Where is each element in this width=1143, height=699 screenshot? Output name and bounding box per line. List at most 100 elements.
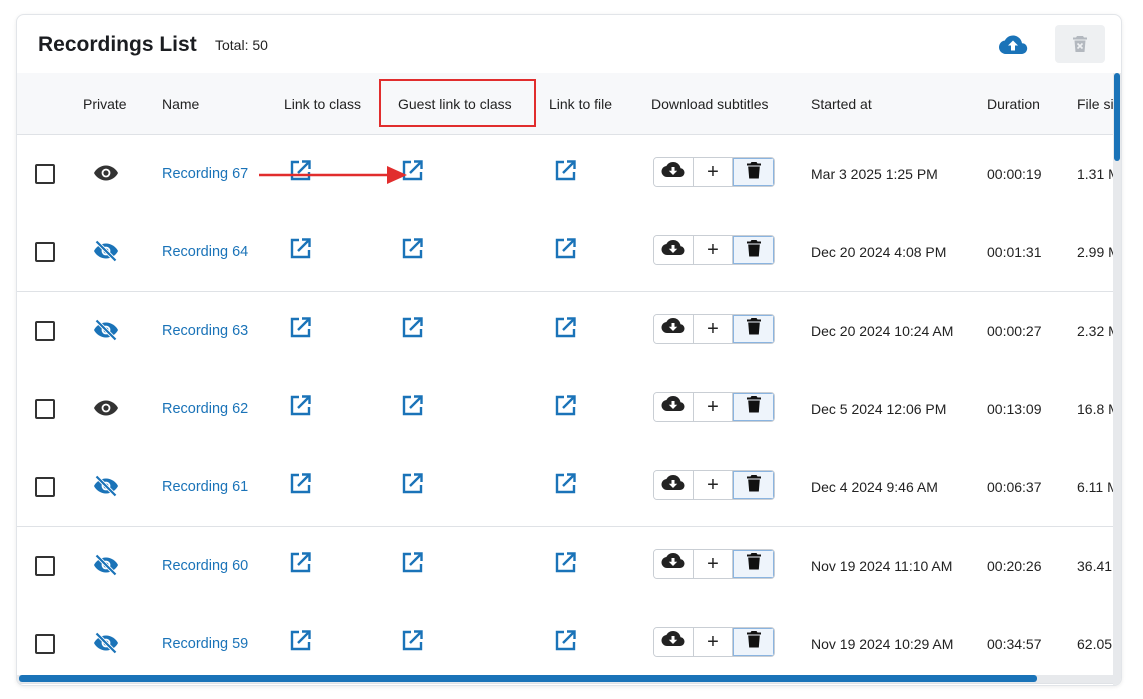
link-to-file-icon[interactable]	[552, 550, 578, 576]
delete-all-button[interactable]	[1055, 25, 1105, 63]
plus-icon: +	[707, 317, 719, 340]
row-checkbox[interactable]	[35, 633, 55, 654]
total-count: Total: 50	[215, 37, 268, 53]
row-checkbox[interactable]	[35, 242, 55, 263]
link-to-class-icon[interactable]	[287, 628, 313, 654]
column-link-to-class[interactable]: Link to class	[284, 96, 361, 112]
eye-icon[interactable]	[93, 395, 119, 421]
column-download-subtitles[interactable]: Download subtitles	[651, 96, 769, 112]
delete-subtitles-button[interactable]	[733, 236, 774, 265]
delete-subtitles-button[interactable]	[733, 627, 774, 656]
column-private[interactable]: Private	[83, 96, 127, 112]
guest-link-to-class-icon[interactable]	[399, 158, 425, 184]
delete-subtitles-button[interactable]	[733, 314, 774, 343]
row-checkbox[interactable]	[35, 398, 55, 419]
recordings-panel: Recordings List Total: 50 Private Name L…	[16, 14, 1122, 686]
link-to-class-icon[interactable]	[287, 315, 313, 341]
column-name[interactable]: Name	[162, 96, 199, 112]
recording-name-link[interactable]: Recording 62	[162, 401, 248, 417]
eye-off-icon[interactable]	[93, 552, 119, 578]
link-to-file-icon[interactable]	[552, 628, 578, 654]
link-to-class-icon[interactable]	[287, 471, 313, 497]
delete-box-icon	[1073, 36, 1087, 52]
download-subtitles-button[interactable]	[654, 236, 693, 265]
guest-link-to-class-icon[interactable]	[399, 471, 425, 497]
recording-name-link[interactable]: Recording 60	[162, 558, 248, 574]
eye-off-icon[interactable]	[93, 238, 119, 264]
add-subtitles-button[interactable]: +	[692, 392, 734, 421]
delete-subtitles-button[interactable]	[733, 158, 774, 186]
trash-icon	[746, 395, 761, 418]
column-guest-link-to-class[interactable]: Guest link to class	[398, 96, 512, 112]
delete-subtitles-button[interactable]	[733, 392, 774, 421]
eye-off-icon[interactable]	[93, 473, 119, 499]
duration-value: 00:00:27	[987, 322, 1042, 339]
link-to-file-icon[interactable]	[552, 315, 578, 341]
delete-subtitles-button[interactable]	[733, 471, 774, 500]
row-checkbox[interactable]	[35, 320, 55, 341]
guest-link-to-class-icon[interactable]	[399, 236, 425, 262]
vertical-scrollbar-thumb[interactable]	[1114, 73, 1120, 161]
recording-name-link[interactable]: Recording 67	[162, 166, 248, 182]
add-subtitles-button[interactable]: +	[692, 549, 734, 578]
add-subtitles-button[interactable]: +	[692, 627, 734, 656]
add-subtitles-button[interactable]: +	[692, 471, 734, 500]
delete-subtitles-button[interactable]	[733, 549, 774, 578]
duration-value: 00:20:26	[987, 557, 1042, 574]
column-file-size[interactable]: File si	[1077, 96, 1114, 112]
table-row: Recording 67 + Mar 3 2025 1:25 PM 00:00:19 1…	[17, 135, 1120, 214]
eye-off-icon[interactable]	[93, 317, 119, 343]
upload-button[interactable]	[995, 29, 1031, 61]
download-subtitles-button[interactable]	[654, 158, 693, 186]
vertical-scrollbar-track[interactable]	[1113, 73, 1121, 685]
recording-name-link[interactable]: Recording 64	[162, 244, 248, 260]
row-checkbox[interactable]	[35, 164, 55, 184]
link-to-class-icon[interactable]	[287, 236, 313, 262]
recording-name-link[interactable]: Recording 59	[162, 636, 248, 652]
download-subtitles-button[interactable]	[654, 549, 693, 578]
eye-off-icon[interactable]	[93, 630, 119, 656]
recording-name-link[interactable]: Recording 63	[162, 323, 248, 339]
link-to-file-icon[interactable]	[552, 158, 578, 184]
download-subtitles-button[interactable]	[654, 314, 693, 343]
column-started-at[interactable]: Started at	[811, 96, 872, 112]
link-to-class-icon[interactable]	[287, 393, 313, 419]
duration-value: 00:06:37	[987, 479, 1042, 496]
plus-icon: +	[707, 239, 719, 262]
row-checkbox[interactable]	[35, 477, 55, 498]
link-to-file-icon[interactable]	[552, 236, 578, 262]
panel-header: Recordings List Total: 50	[17, 15, 1121, 73]
guest-link-to-class-icon[interactable]	[399, 393, 425, 419]
trash-icon	[746, 161, 761, 184]
recording-name-link[interactable]: Recording 61	[162, 479, 248, 495]
started-at-value: Dec 20 2024 4:08 PM	[811, 244, 947, 261]
add-subtitles-button[interactable]: +	[692, 314, 734, 343]
link-to-file-icon[interactable]	[552, 393, 578, 419]
eye-icon[interactable]	[93, 160, 119, 186]
download-subtitles-button[interactable]	[654, 392, 693, 421]
guest-link-to-class-icon[interactable]	[399, 550, 425, 576]
column-duration[interactable]: Duration	[987, 96, 1040, 112]
column-link-to-file[interactable]: Link to file	[549, 96, 612, 112]
cloud-download-icon	[661, 552, 685, 575]
add-subtitles-button[interactable]: +	[692, 158, 734, 186]
link-to-file-icon[interactable]	[552, 471, 578, 497]
subtitle-actions: +	[653, 626, 775, 657]
add-subtitles-button[interactable]: +	[692, 236, 734, 265]
link-to-class-icon[interactable]	[287, 158, 313, 184]
subtitle-actions: +	[653, 548, 775, 579]
download-subtitles-button[interactable]	[654, 471, 693, 500]
cloud-download-icon	[661, 239, 685, 262]
horizontal-scrollbar-thumb[interactable]	[19, 675, 1037, 682]
file-size-value: 62.05	[1077, 635, 1113, 652]
started-at-value: Dec 4 2024 9:46 AM	[811, 479, 938, 496]
duration-value: 00:13:09	[987, 400, 1042, 417]
started-at-value: Nov 19 2024 11:10 AM	[811, 557, 953, 574]
plus-icon: +	[707, 630, 719, 653]
guest-link-to-class-icon[interactable]	[399, 315, 425, 341]
download-subtitles-button[interactable]	[654, 627, 693, 656]
row-checkbox[interactable]	[35, 555, 55, 576]
guest-link-to-class-icon[interactable]	[399, 628, 425, 654]
trash-icon	[746, 317, 761, 340]
link-to-class-icon[interactable]	[287, 550, 313, 576]
